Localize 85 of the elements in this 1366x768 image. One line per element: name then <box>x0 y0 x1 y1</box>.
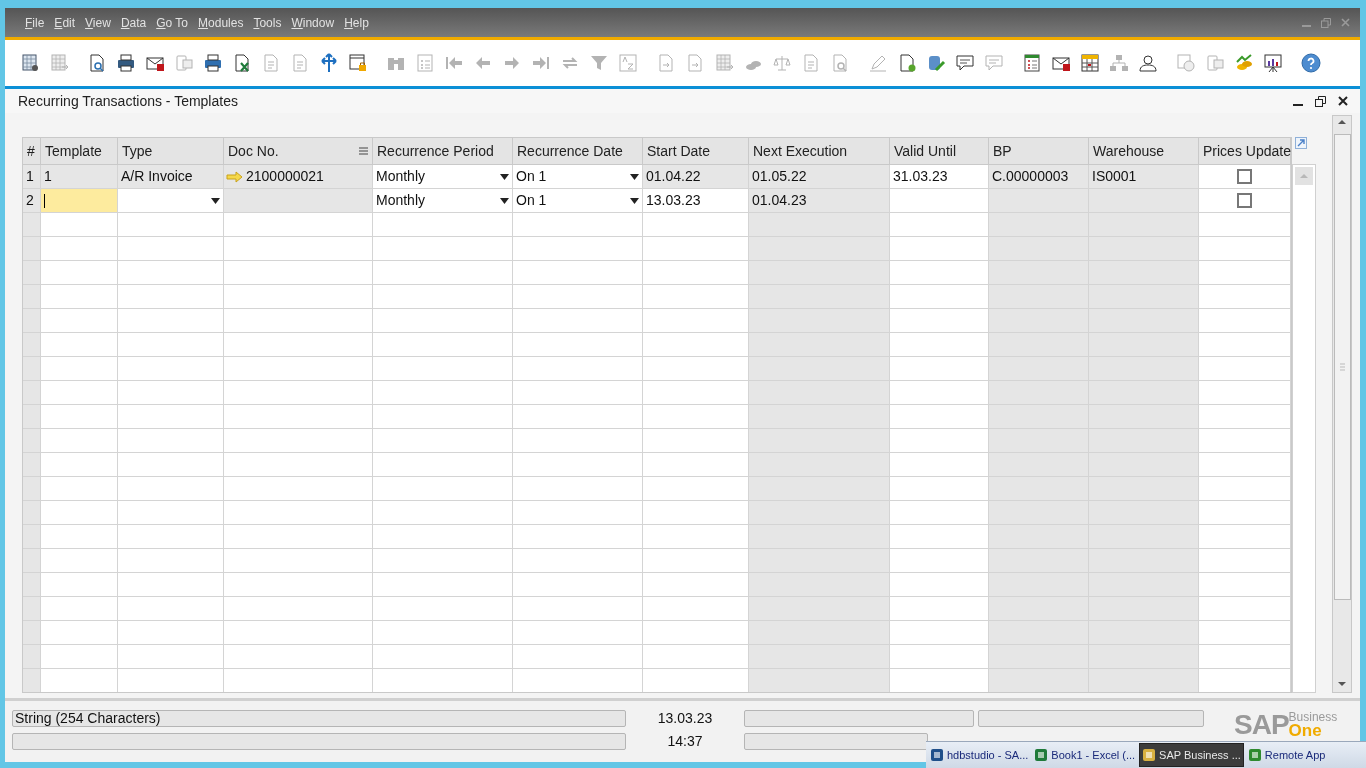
table-cell: 01.05.22 <box>749 165 890 189</box>
menu-item[interactable]: View <box>85 13 111 32</box>
app-icon <box>930 748 944 762</box>
taskbar-button[interactable]: hdbstudio - SA... <box>928 743 1031 767</box>
app-icon <box>1142 748 1157 762</box>
message-field: String (254 Characters) <box>12 710 626 727</box>
document-gear-icon[interactable] <box>897 53 917 73</box>
status-time: 14:37 <box>667 733 703 750</box>
scroll-thumb[interactable] <box>1333 134 1351 600</box>
logo-brand: SAP <box>1234 711 1289 739</box>
input-field[interactable] <box>41 189 118 213</box>
table-cell: A/R Invoice <box>118 165 224 189</box>
status-date: 13.03.23 <box>657 710 713 727</box>
caret-icon <box>500 197 509 204</box>
menu-item[interactable]: Window <box>291 13 335 32</box>
column-label: Doc No. <box>228 141 280 161</box>
preview-icon[interactable] <box>87 53 107 73</box>
menu-item[interactable]: Help <box>344 13 369 32</box>
column-header[interactable]: Prices Update <box>1199 138 1291 165</box>
app-icon <box>1247 748 1262 762</box>
table-cell: 2 <box>23 189 41 213</box>
presentation-icon[interactable] <box>1263 53 1283 73</box>
table-cell: 31.03.23 <box>890 165 989 189</box>
column-header[interactable]: # <box>23 138 41 165</box>
logo-text: Business <box>1288 711 1338 723</box>
dropdown-field[interactable]: Monthly <box>373 165 513 189</box>
grip-icon <box>1339 363 1345 371</box>
menu-icon[interactable] <box>359 147 368 155</box>
person-icon[interactable] <box>1138 53 1158 73</box>
caret-icon <box>211 197 220 204</box>
table-cell: 01.04.22 <box>643 165 749 189</box>
table-cell: 13.03.23 <box>643 189 749 213</box>
chat-icon[interactable] <box>955 53 975 73</box>
close-icon[interactable] <box>1338 96 1348 106</box>
app-icon <box>1034 748 1049 762</box>
table-cell: 1 <box>41 165 118 189</box>
table-cell: C.00000003 <box>989 165 1089 189</box>
menu-item[interactable]: Modules <box>198 13 244 32</box>
column-header[interactable]: Valid Until <box>890 138 989 165</box>
menu-item[interactable]: Go To <box>156 13 189 32</box>
calendar-icon[interactable] <box>1080 53 1100 73</box>
text-cursor <box>44 193 45 208</box>
coins-icon[interactable] <box>1234 53 1254 73</box>
taskbar-button[interactable]: Book1 - Excel (... <box>1032 743 1138 767</box>
restore-icon[interactable] <box>1315 95 1326 107</box>
menu-item[interactable]: File <box>25 13 45 32</box>
table-cell: 1 <box>23 165 41 189</box>
table-cell: 01.04.23 <box>749 189 890 213</box>
expand-icon[interactable] <box>1295 137 1307 149</box>
column-header[interactable]: Type <box>118 138 224 165</box>
scrollbar[interactable] <box>1332 115 1352 693</box>
column-header[interactable]: Recurrence Date <box>513 138 643 165</box>
column-header[interactable]: Next Execution <box>749 138 890 165</box>
logo-text: One <box>1288 723 1322 739</box>
scrollbar[interactable] <box>1292 164 1316 693</box>
column-header[interactable]: BP <box>989 138 1089 165</box>
table-gear-icon[interactable] <box>20 53 40 73</box>
taskbar-button[interactable]: Remote App <box>1245 743 1328 767</box>
doc-number: 2100000021 <box>246 167 324 186</box>
dropdown-field[interactable]: Monthly <box>373 189 513 213</box>
help-icon[interactable] <box>1301 53 1321 73</box>
checkbox[interactable] <box>1237 193 1252 208</box>
menu-item[interactable]: Tools <box>253 13 282 32</box>
table-cell: IS0001 <box>1089 165 1199 189</box>
checklist-icon[interactable] <box>1022 53 1042 73</box>
column-header[interactable]: Recurrence Period <box>373 138 513 165</box>
checkbox[interactable] <box>1237 169 1252 184</box>
lock-window-icon[interactable] <box>348 53 368 73</box>
dropdown-field[interactable]: On 1 <box>513 165 643 189</box>
caret-icon <box>630 173 639 180</box>
caret-icon <box>500 173 509 180</box>
spreadsheet-icon[interactable] <box>232 53 252 73</box>
form-title: Recurring Transactions - Templates <box>18 91 239 111</box>
arrows-icon[interactable] <box>319 53 339 73</box>
menu-item[interactable]: Edit <box>54 13 76 32</box>
column-header[interactable]: Start Date <box>643 138 749 165</box>
taskbar-button[interactable]: SAP Business ... <box>1139 743 1244 767</box>
column-header[interactable]: Warehouse <box>1089 138 1199 165</box>
menu-item[interactable]: Data <box>120 13 147 32</box>
dropdown-field[interactable]: On 1 <box>513 189 643 213</box>
dropdown-field[interactable] <box>118 189 224 213</box>
link-arrow-icon[interactable] <box>226 170 243 183</box>
printer-icon[interactable] <box>116 53 136 73</box>
column-header[interactable]: Template <box>41 138 118 165</box>
caret-icon <box>630 197 639 204</box>
